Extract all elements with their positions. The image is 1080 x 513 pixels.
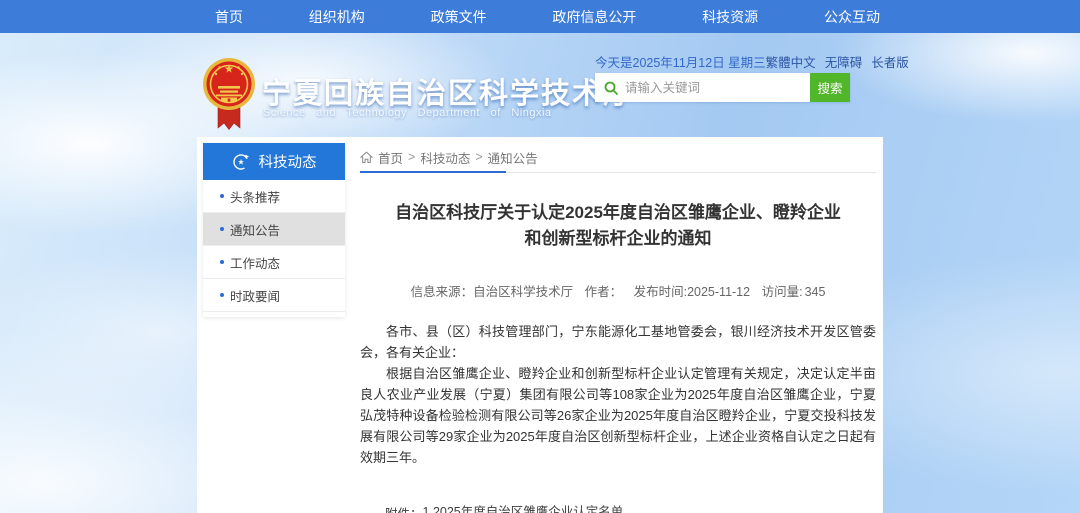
- meta-views: 345: [805, 285, 826, 299]
- meta-author-label: 作者：: [585, 285, 623, 299]
- page: 首页 组织机构 政策文件 政府信息公开 科技资源 公众互动 宁夏回族自: [0, 0, 1080, 513]
- sidebar: 科技动态 头条推荐 通知公告 工作动态 时政要闻: [203, 143, 345, 317]
- sidebar-item-notices[interactable]: 通知公告: [203, 213, 345, 246]
- home-icon: [360, 151, 373, 164]
- article-title: 自治区科技厅关于认定2025年度自治区雏鹰企业、瞪羚企业 和创新型标杆企业的通知: [360, 200, 876, 252]
- sidebar-title: 科技动态: [259, 151, 317, 172]
- search-bar: 搜索: [595, 73, 850, 102]
- meta-source-label: 信息来源：: [411, 285, 474, 299]
- attachment-link-1[interactable]: 1.2025年度自治区雏鹰企业认定名单: [423, 503, 661, 513]
- top-nav: 首页 组织机构 政策文件 政府信息公开 科技资源 公众互动: [0, 0, 1080, 33]
- sidebar-item-label: 通知公告: [230, 220, 280, 239]
- meta-publish-date: 2025-11-12: [687, 285, 750, 299]
- attachments: 附件： 1.2025年度自治区雏鹰企业认定名单 2.2025年度自治区瞪羚企业认…: [360, 503, 876, 513]
- nav-item-policy[interactable]: 政策文件: [431, 7, 487, 27]
- active-divider: [360, 171, 506, 173]
- quick-links: 繁體中文 无障碍 长者版: [766, 52, 909, 71]
- search-input[interactable]: [625, 81, 810, 95]
- bullet-icon: [220, 293, 224, 297]
- meta-source: 自治区科学技术厅: [473, 285, 573, 299]
- article-paragraph: 根据自治区雏鹰企业、瞪羚企业和创新型标杆企业认定管理有关规定，决定认定半亩良人农…: [360, 363, 876, 468]
- sidebar-item-label: 时政要闻: [230, 286, 280, 305]
- sidebar-item-label: 头条推荐: [230, 187, 280, 206]
- link-traditional-chinese[interactable]: 繁體中文: [766, 52, 816, 71]
- breadcrumb-separator: >: [475, 150, 482, 164]
- sidebar-item-current-politics[interactable]: 时政要闻: [203, 279, 345, 312]
- meta-publish-label: 发布时间:: [634, 285, 687, 299]
- article-title-line2: 和创新型标杆企业的通知: [360, 226, 876, 252]
- search-button[interactable]: 搜索: [810, 73, 850, 102]
- sidebar-item-label: 工作动态: [230, 253, 280, 272]
- current-date: 今天是2025年11月12日 星期三: [595, 52, 766, 71]
- nav-item-gov-info[interactable]: 政府信息公开: [552, 7, 636, 27]
- search-icon: [603, 80, 619, 96]
- sidebar-header: 科技动态: [203, 143, 345, 180]
- breadcrumb-science-dynamics[interactable]: 科技动态: [420, 148, 470, 167]
- sidebar-item-headlines[interactable]: 头条推荐: [203, 180, 345, 213]
- sidebar-item-work-dynamics[interactable]: 工作动态: [203, 246, 345, 279]
- attachments-list: 1.2025年度自治区雏鹰企业认定名单 2.2025年度自治区瞪羚企业认定名单 …: [423, 503, 661, 513]
- nav-item-organization[interactable]: 组织机构: [309, 7, 365, 27]
- science-dynamics-icon: [232, 153, 250, 171]
- national-emblem-logo: [203, 56, 255, 130]
- breadcrumb: 首页 > 科技动态 > 通知公告: [360, 145, 876, 169]
- bullet-icon: [220, 260, 224, 264]
- breadcrumb-rule: [360, 172, 876, 174]
- nav-item-resources[interactable]: 科技资源: [702, 7, 758, 27]
- link-accessibility[interactable]: 无障碍: [825, 52, 863, 71]
- bullet-icon: [220, 194, 224, 198]
- article-paragraph: 各市、县（区）科技管理部门，宁东能源化工基地管委会，银川经济技术开发区管委会，各…: [360, 321, 876, 363]
- nav-item-home[interactable]: 首页: [215, 7, 243, 27]
- meta-views-label: 访问量:: [762, 285, 803, 299]
- article-meta: 信息来源：自治区科学技术厅 作者： 发布时间:2025-11-12 访问量:34…: [360, 281, 876, 300]
- main-panel: 科技动态 头条推荐 通知公告 工作动态 时政要闻: [197, 137, 883, 513]
- attachments-label: 附件：: [385, 503, 423, 513]
- top-nav-items: 首页 组织机构 政策文件 政府信息公开 科技资源 公众互动: [215, 0, 880, 33]
- article-title-line1: 自治区科技厅关于认定2025年度自治区雏鹰企业、瞪羚企业: [360, 200, 876, 226]
- breadcrumb-notices[interactable]: 通知公告: [488, 148, 538, 167]
- bullet-icon: [220, 227, 224, 231]
- breadcrumb-separator: >: [408, 150, 415, 164]
- article-body: 各市、县（区）科技管理部门，宁东能源化工基地管委会，银川经济技术开发区管委会，各…: [360, 321, 876, 468]
- content-area: 首页 > 科技动态 > 通知公告 自治区科技厅关于认定2025年度自治区雏鹰企业…: [360, 145, 876, 513]
- link-elderly-version[interactable]: 长者版: [871, 52, 909, 71]
- breadcrumb-home[interactable]: 首页: [378, 148, 403, 167]
- nav-item-interaction[interactable]: 公众互动: [824, 7, 880, 27]
- header-utility-row: 今天是2025年11月12日 星期三 繁體中文 无障碍 长者版: [595, 52, 873, 71]
- site-subtitle: Science and Technology Department of Nin…: [263, 107, 563, 119]
